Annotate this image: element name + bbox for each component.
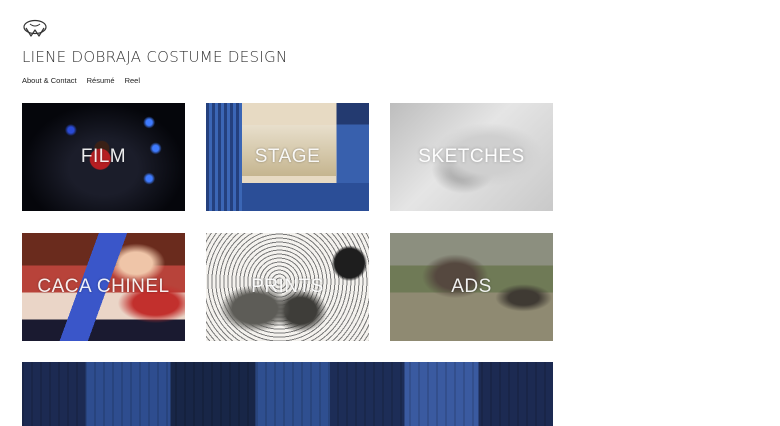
gallery-tile-prints[interactable]: PRINTS [206, 233, 369, 341]
nav-reel[interactable]: Reel [125, 76, 140, 85]
tile-label: STAGE [254, 146, 321, 167]
tile-label: FILM [80, 146, 127, 167]
tile-label: ADS [451, 276, 492, 297]
nav-resume[interactable]: Résumé [87, 76, 115, 85]
tile-label: PRINTS [251, 276, 324, 297]
featured-banner-image[interactable] [22, 362, 553, 426]
main-nav: About & Contact Résumé Reel [22, 76, 140, 85]
site-title[interactable]: LIENE DOBRAJA COSTUME DESIGN [22, 48, 288, 66]
logo[interactable] [22, 19, 48, 39]
nav-about-contact[interactable]: About & Contact [22, 76, 77, 85]
tile-label: SKETCHES [418, 146, 525, 167]
gallery-tile-film[interactable]: FILM [22, 103, 185, 211]
gallery-tile-stage[interactable]: STAGE [206, 103, 369, 211]
gallery-tile-caca-chinel[interactable]: CACA CHINEL [22, 233, 185, 341]
collar-logo-icon [23, 19, 47, 37]
tile-label: CACA CHINEL [37, 276, 170, 297]
gallery-tile-ads[interactable]: ADS [390, 233, 553, 341]
gallery-tile-sketches[interactable]: SKETCHES [390, 103, 553, 211]
